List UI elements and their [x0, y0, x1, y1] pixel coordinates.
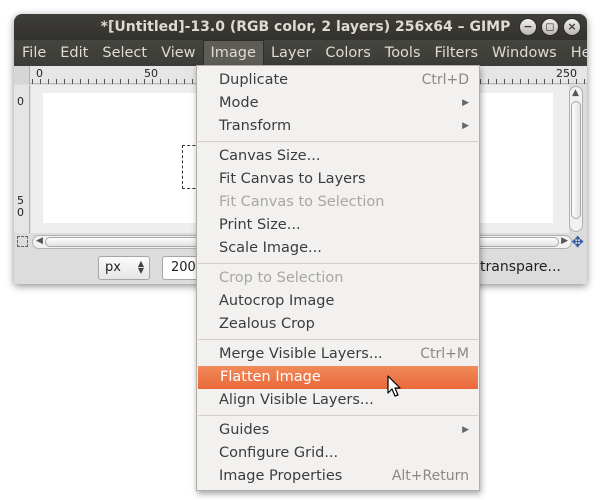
menu-item-mode[interactable]: Mode ▶	[197, 92, 479, 115]
vertical-scroll-thumb[interactable]	[571, 101, 581, 219]
menu-edit[interactable]: Edit	[53, 40, 95, 66]
mouse-pointer-icon	[387, 375, 401, 397]
menu-separator	[197, 138, 479, 145]
menu-image[interactable]: Image	[202, 40, 264, 66]
scroll-up-icon[interactable]: ▲	[572, 88, 579, 98]
menu-item-label: Duplicate	[219, 72, 289, 88]
menu-item-label: Align Visible Layers...	[219, 392, 374, 408]
menu-item-transform[interactable]: Transform ▶	[197, 115, 479, 138]
menu-colors[interactable]: Colors	[318, 40, 377, 66]
menu-item-crop-to-selection: Crop to Selection	[197, 267, 479, 290]
menu-item-label: Transform	[219, 118, 292, 134]
ruler-corner[interactable]	[14, 66, 30, 84]
menu-item-align-visible-layers[interactable]: Align Visible Layers...	[197, 389, 479, 412]
menu-item-fit-canvas-to-layers[interactable]: Fit Canvas to Layers	[197, 168, 479, 191]
submenu-arrow-icon: ▶	[462, 425, 469, 435]
menu-windows[interactable]: Windows	[485, 40, 564, 66]
menu-select[interactable]: Select	[95, 40, 154, 66]
status-message: transpare...	[480, 259, 561, 275]
scroll-left-icon[interactable]: ◀	[36, 236, 43, 246]
menu-item-label: Fit Canvas to Selection	[219, 194, 385, 210]
menu-item-duplicate[interactable]: Duplicate Ctrl+D	[197, 69, 479, 92]
spin-arrows-icon: ▲ ▼	[137, 259, 144, 275]
menu-item-shortcut: Alt+Return	[391, 468, 469, 484]
menu-item-shortcut: Ctrl+M	[420, 346, 469, 362]
scroll-right-icon[interactable]: ▶	[561, 236, 568, 246]
menu-item-label: Canvas Size...	[219, 148, 321, 164]
minimize-button[interactable]: −	[519, 18, 537, 36]
maximize-button[interactable]: ◻	[541, 18, 559, 36]
menu-item-print-size[interactable]: Print Size...	[197, 214, 479, 237]
menu-item-label: Fit Canvas to Layers	[219, 171, 366, 187]
menu-layer[interactable]: Layer	[264, 40, 318, 66]
menu-item-fit-canvas-to-selection: Fit Canvas to Selection	[197, 191, 479, 214]
ruler-label: 0	[36, 67, 43, 80]
vertical-scrollbar[interactable]: ▲	[569, 86, 583, 232]
menu-item-shortcut: Ctrl+D	[421, 72, 469, 88]
title-bar[interactable]: *[Untitled]-13.0 (RGB color, 2 layers) 2…	[14, 14, 587, 40]
menu-item-guides[interactable]: Guides ▶	[197, 419, 479, 442]
menu-item-label: Autocrop Image	[219, 293, 335, 309]
menu-item-merge-visible-layers[interactable]: Merge Visible Layers... Ctrl+M	[197, 343, 479, 366]
navigate-icon[interactable]: ✥	[571, 234, 584, 250]
ruler-label: 5 0	[17, 194, 24, 219]
submenu-arrow-icon: ▶	[462, 121, 469, 131]
menu-file[interactable]: File	[14, 40, 53, 66]
menu-item-label: Scale Image...	[219, 240, 322, 256]
menu-item-zealous-crop[interactable]: Zealous Crop	[197, 313, 479, 336]
menu-item-label: Crop to Selection	[219, 270, 344, 286]
ruler-label: 50	[144, 67, 158, 80]
menu-item-autocrop-image[interactable]: Autocrop Image	[197, 290, 479, 313]
menu-item-canvas-size[interactable]: Canvas Size...	[197, 145, 479, 168]
menu-bar: File Edit Select View Image Layer Colors…	[14, 40, 587, 66]
menu-item-label: Mode	[219, 95, 259, 111]
menu-item-label: Image Properties	[219, 468, 343, 484]
menu-separator	[197, 412, 479, 419]
menu-item-scale-image[interactable]: Scale Image...	[197, 237, 479, 260]
menu-separator	[197, 260, 479, 267]
quick-mask-icon[interactable]	[17, 236, 28, 247]
window-title: *[Untitled]-13.0 (RGB color, 2 layers) 2…	[100, 19, 511, 35]
menu-item-label: Flatten Image	[220, 369, 321, 385]
menu-item-label: Guides	[219, 422, 270, 438]
menu-item-label: Configure Grid...	[219, 445, 339, 461]
image-menu-dropdown: Duplicate Ctrl+D Mode ▶ Transform ▶ Canv…	[196, 65, 480, 491]
unit-selector[interactable]: px ▲ ▼	[98, 256, 150, 280]
ruler-label: 250	[556, 67, 577, 80]
menu-view[interactable]: View	[154, 40, 202, 66]
menu-filters[interactable]: Filters	[428, 40, 485, 66]
menu-item-image-properties[interactable]: Image Properties Alt+Return	[197, 465, 479, 488]
ruler-label: 0	[17, 95, 24, 108]
menu-item-label: Print Size...	[219, 217, 301, 233]
submenu-arrow-icon: ▶	[462, 98, 469, 108]
vertical-ruler[interactable]: 0 5 0	[14, 85, 30, 233]
menu-item-label: Merge Visible Layers...	[219, 346, 383, 362]
zoom-value: 200	[171, 260, 196, 275]
menu-item-label: Zealous Crop	[219, 316, 315, 332]
menu-tools[interactable]: Tools	[378, 40, 428, 66]
menu-help[interactable]: Help	[564, 40, 587, 66]
close-button[interactable]: ×	[563, 18, 581, 36]
unit-value: px	[105, 260, 121, 275]
menu-item-configure-grid[interactable]: Configure Grid...	[197, 442, 479, 465]
menu-item-flatten-image[interactable]: Flatten Image	[198, 366, 478, 389]
menu-separator	[197, 336, 479, 343]
